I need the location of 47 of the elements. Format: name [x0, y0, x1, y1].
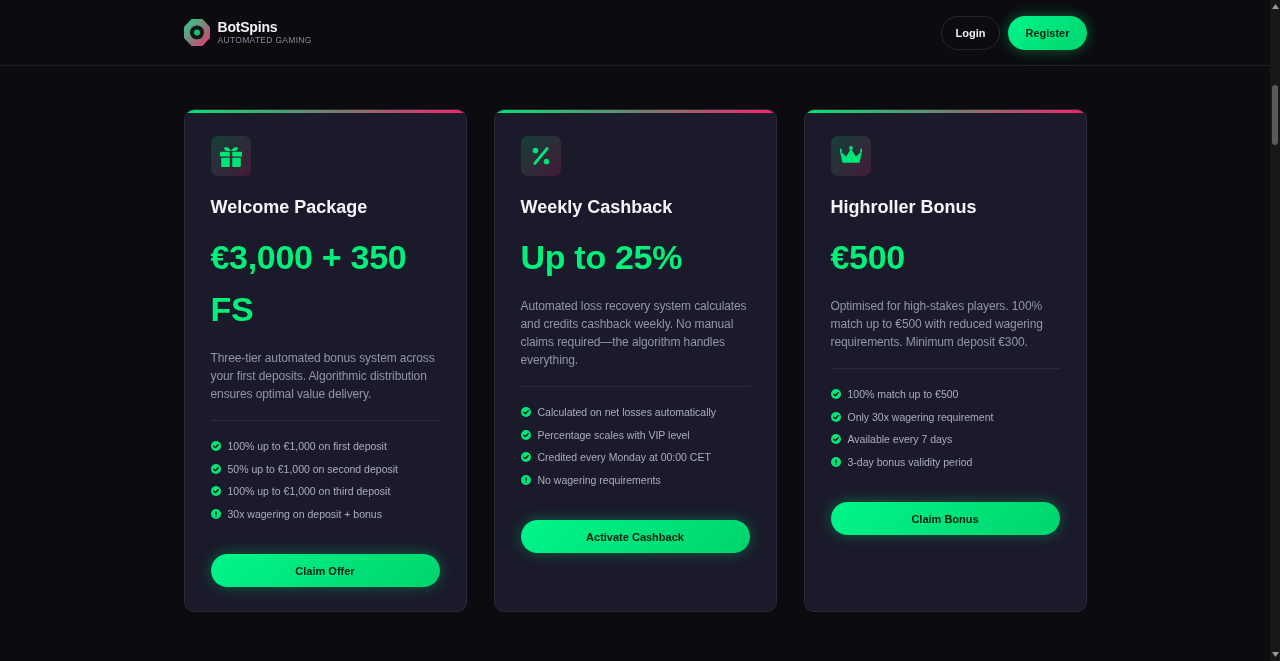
check-circle-icon: [520, 407, 531, 418]
offer-amount: €3,000 + 350 FS: [210, 237, 408, 330]
offer-button[interactable]: Claim Bonus: [830, 502, 1060, 535]
offer-button[interactable]: Claim Offer: [210, 554, 440, 587]
scrollbar-thumb[interactable]: [1272, 85, 1278, 145]
percent-icon: [520, 136, 561, 176]
check-circle-icon: [210, 441, 221, 452]
feature-text: 100% match up to €500: [847, 387, 959, 402]
feature-text: Only 30x wagering requirement: [847, 409, 994, 424]
offer-title: Highroller Bonus: [830, 196, 978, 219]
check-circle-icon: [830, 411, 841, 422]
feature-text: 50% up to €1,000 on second deposit: [227, 461, 398, 476]
feature-text: 30x wagering on deposit + bonus: [227, 506, 382, 521]
offer-description: Optimised for high-stakes players. 100% match up to €500 with reduced wagering requirements. Minimum deposit €300.: [830, 298, 1044, 351]
offer-title: Welcome Package: [210, 196, 369, 219]
feature-text: Percentage scales with VIP level: [537, 427, 690, 442]
check-circle-icon: [830, 389, 841, 400]
scroll-down-icon[interactable]: [1271, 652, 1279, 657]
offer-description: Three-tier automated bonus system across your first deposits. Algorithmic distribution ensures optimal value delivery.: [210, 350, 436, 403]
feature-text: No wagering requirements: [537, 472, 661, 487]
register-button[interactable]: Register: [1008, 15, 1087, 50]
feature-text: Available every 7 days: [847, 432, 953, 447]
feature-text: 100% up to €1,000 on third deposit: [227, 484, 391, 499]
crown-icon: [830, 136, 871, 176]
info-circle-icon: [210, 508, 221, 519]
offer-description: Automated loss recovery system calculates and credits cashback weekly. No manual claims required—the algorithm handles everything.: [520, 298, 748, 369]
gift-icon: [210, 136, 251, 176]
check-circle-icon: [210, 463, 221, 474]
info-circle-icon: [520, 474, 531, 485]
check-circle-icon: [210, 486, 221, 497]
brand-name: BotSpins: [217, 19, 279, 35]
check-circle-icon: [520, 429, 531, 440]
brand-tagline: AUTOMATED GAMING: [217, 35, 312, 46]
offer-title: Weekly Cashback: [520, 196, 674, 219]
info-circle-icon: [830, 456, 841, 467]
check-circle-icon: [830, 434, 841, 445]
offer-amount: Up to 25%: [520, 237, 684, 278]
feature-text: Credited every Monday at 00:00 CET: [537, 450, 711, 465]
offer-amount: €500: [830, 237, 906, 278]
offer-button[interactable]: Activate Cashback: [520, 520, 750, 553]
feature-text: Calculated on net losses automatically: [537, 405, 717, 420]
scrollbar[interactable]: [1270, 0, 1280, 661]
check-circle-icon: [520, 452, 531, 463]
scroll-up-icon[interactable]: [1271, 4, 1279, 9]
feature-text: 3-day bonus validity period: [847, 454, 973, 469]
feature-text: 100% up to €1,000 on first deposit: [227, 439, 387, 454]
logo-icon: [183, 19, 210, 46]
